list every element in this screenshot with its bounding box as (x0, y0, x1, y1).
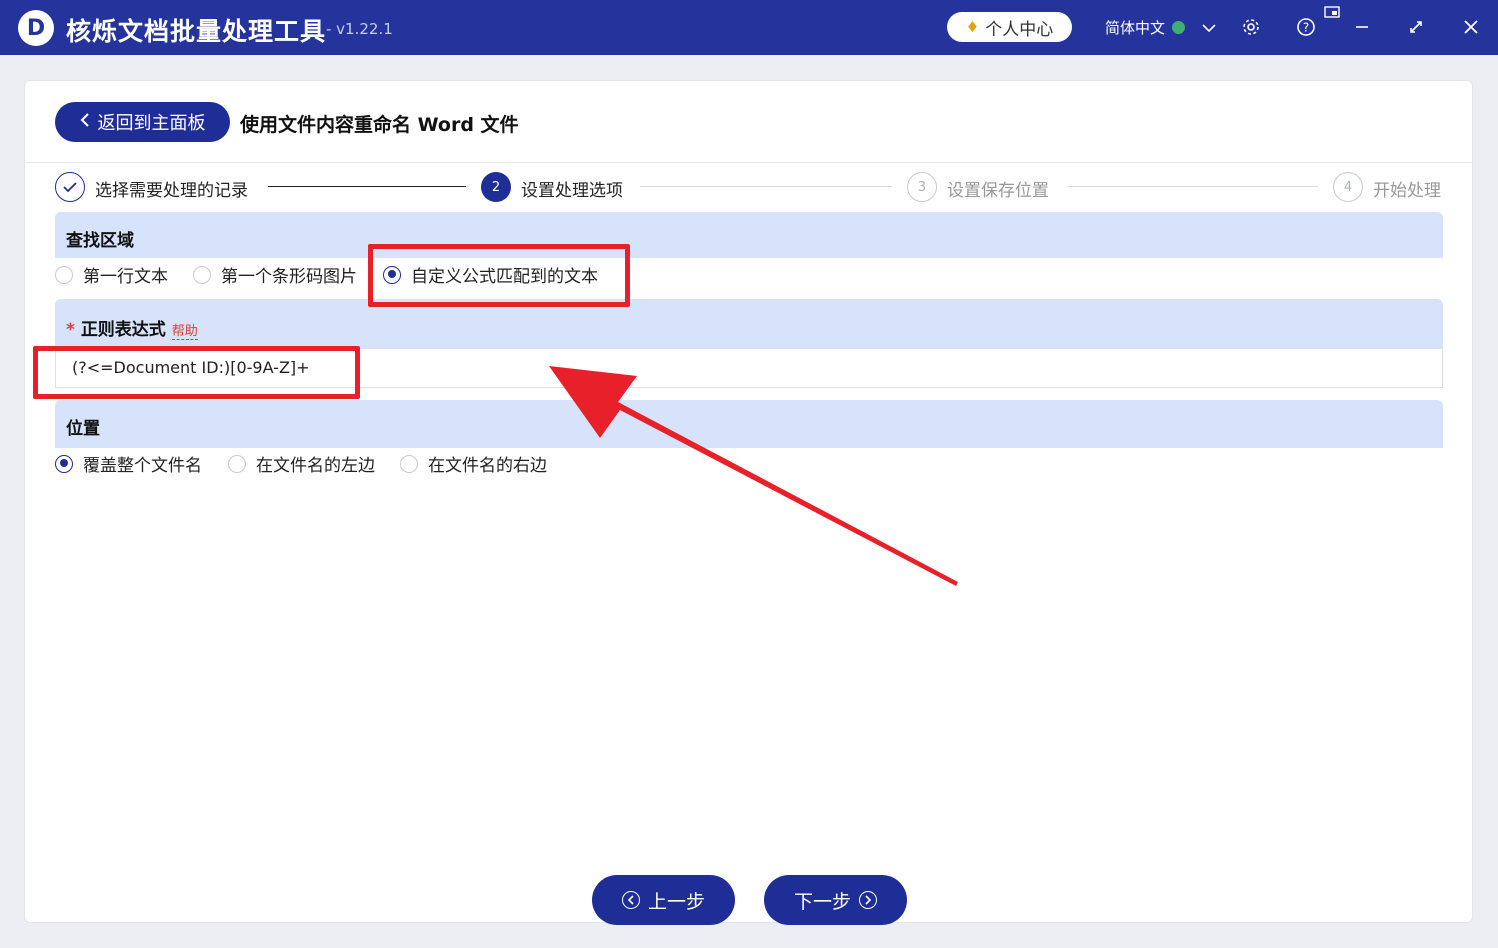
title-bar: D 核烁文档批量处理工具 - v1.22.1 ♦ 个人中心 简体中文 ? (0, 0, 1498, 55)
arrow-left-circle-icon (621, 891, 640, 909)
step-4-number: 4 (1333, 172, 1363, 202)
radio-circle (228, 454, 246, 473)
radio-first-barcode-image[interactable]: 第一个条形码图片 (193, 262, 357, 287)
step-connector-1 (268, 186, 466, 187)
required-mark: * (66, 320, 75, 340)
radio-circle (55, 265, 73, 284)
highlight-box-custom-formula (368, 244, 630, 307)
svg-text:?: ? (1303, 21, 1309, 35)
step-3-label: 设置保存位置 (947, 181, 1049, 201)
user-center-button[interactable]: ♦ 个人中心 (947, 12, 1072, 42)
radio-right-of-filename[interactable]: 在文件名的右边 (400, 451, 547, 476)
app-version: - v1.22.1 (326, 20, 393, 38)
vip-gem-icon: ♦ (965, 18, 980, 36)
next-step-label: 下一步 (793, 890, 851, 913)
chevron-down-icon (1202, 19, 1216, 37)
radio-first-line-text[interactable]: 第一行文本 (55, 262, 168, 287)
chevron-left-icon (80, 112, 90, 133)
arrow-right-circle-icon (859, 891, 877, 909)
step-3-number: 3 (907, 172, 937, 202)
previous-step-label: 上一步 (647, 890, 705, 913)
radio-left-of-filename[interactable]: 在文件名的左边 (228, 451, 375, 476)
step-connector-2 (640, 186, 892, 187)
settings-gear-icon[interactable] (1237, 12, 1265, 42)
back-button-label: 返回到主面板 (97, 113, 206, 134)
app-logo-icon: D (18, 10, 54, 46)
radio-label: 第一行文本 (83, 267, 168, 287)
position-section-header (55, 400, 1443, 448)
radio-overwrite-filename[interactable]: 覆盖整个文件名 (55, 451, 202, 476)
language-label: 简体中文 (1105, 19, 1166, 37)
minimize-icon[interactable] (1348, 12, 1376, 42)
language-selector[interactable]: 简体中文 (1105, 17, 1216, 38)
step-2-label: 设置处理选项 (521, 181, 623, 201)
regex-title-label: 正则表达式 (80, 320, 166, 340)
radio-label: 覆盖整个文件名 (83, 456, 202, 476)
radio-circle-checked (55, 454, 73, 473)
regex-help-link[interactable]: 帮助 (171, 324, 198, 340)
position-title: 位置 (66, 419, 100, 439)
regex-section-header (55, 299, 1443, 349)
page-title: 使用文件内容重命名 Word 文件 (240, 114, 519, 136)
step-1-check-icon (55, 172, 85, 202)
radio-circle (193, 265, 211, 284)
previous-step-button[interactable]: 上一步 (592, 875, 735, 925)
maximize-icon[interactable] (1402, 12, 1430, 42)
step-2-number: 2 (481, 172, 511, 202)
app-title: 核烁文档批量处理工具 (66, 17, 327, 46)
next-step-button[interactable]: 下一步 (764, 875, 907, 925)
back-to-main-button[interactable]: 返回到主面板 (55, 102, 230, 142)
user-center-label: 个人中心 (985, 19, 1054, 40)
step-1-label: 选择需要处理的记录 (95, 181, 248, 201)
step-4-label: 开始处理 (1373, 181, 1441, 201)
step-connector-3 (1067, 186, 1318, 187)
help-icon[interactable]: ? (1292, 12, 1320, 42)
radio-circle (400, 454, 418, 473)
main-panel (24, 80, 1473, 923)
highlight-box-regex-value (33, 346, 360, 399)
radio-label: 第一个条形码图片 (221, 267, 357, 287)
close-icon[interactable] (1457, 12, 1485, 42)
header-divider (26, 162, 1472, 163)
search-area-title: 查找区域 (66, 231, 134, 251)
search-area-section-header (55, 212, 1443, 258)
radio-label: 在文件名的左边 (256, 456, 375, 476)
mini-window-icon[interactable] (1320, 3, 1344, 21)
radio-label: 在文件名的右边 (428, 456, 547, 476)
regex-title: * 正则表达式 帮助 (66, 315, 198, 340)
globe-icon (1171, 21, 1185, 34)
